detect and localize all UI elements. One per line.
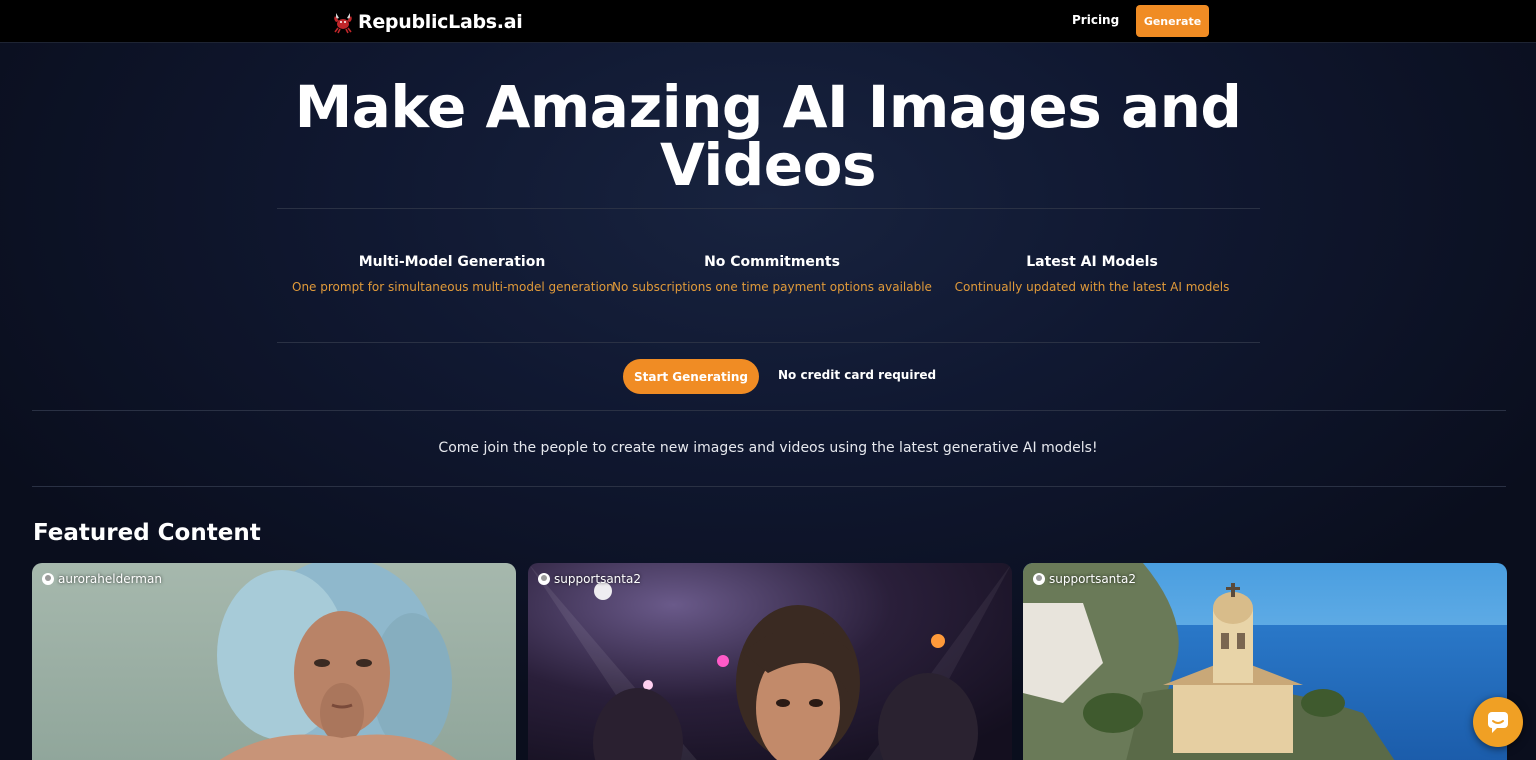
- feature-title: Multi-Model Generation: [358, 254, 546, 270]
- feature-description: No subscriptions one time payment option…: [612, 280, 932, 294]
- card-username: aurorahelderman: [58, 572, 162, 586]
- crab-logo-icon: [334, 13, 352, 34]
- feature-multi-model: Multi-Model Generation One prompt for si…: [292, 254, 614, 304]
- featured-heading: Featured Content: [33, 520, 261, 546]
- feature-title: Latest AI Models: [1026, 254, 1158, 270]
- features-row: Multi-Model Generation One prompt for si…: [292, 254, 1252, 304]
- chat-button[interactable]: [1473, 697, 1523, 747]
- feature-title: No Commitments: [704, 254, 840, 270]
- card-user: supportsanta2: [538, 572, 641, 586]
- top-navbar: RepublicLabs.ai Pricing Generate: [0, 0, 1536, 43]
- divider-top: [277, 208, 1260, 209]
- feature-description: One prompt for simultaneous multi-model …: [292, 280, 614, 294]
- card-username: supportsanta2: [554, 572, 641, 586]
- card-image-coast: [1023, 563, 1507, 760]
- feature-latest-models: Latest AI Models Continually updated wit…: [932, 254, 1252, 304]
- feature-description: Continually updated with the latest AI m…: [954, 280, 1230, 294]
- divider-wide-2: [32, 486, 1506, 487]
- start-generating-button[interactable]: Start Generating: [623, 359, 759, 394]
- join-text: Come join the people to create new image…: [438, 440, 1098, 456]
- divider-middle: [277, 342, 1260, 343]
- card-image-portrait: [32, 563, 516, 760]
- featured-card[interactable]: supportsanta2: [1023, 563, 1507, 760]
- card-user: supportsanta2: [1033, 572, 1136, 586]
- featured-card[interactable]: aurorahelderman: [32, 563, 516, 760]
- logo-text: RepublicLabs.ai: [358, 11, 523, 33]
- featured-card[interactable]: supportsanta2: [528, 563, 1012, 760]
- user-avatar-icon: [538, 573, 550, 585]
- site-logo[interactable]: RepublicLabs.ai: [332, 9, 523, 35]
- card-image-party: [528, 563, 1012, 760]
- card-username: supportsanta2: [1049, 572, 1136, 586]
- divider-wide-1: [32, 410, 1506, 411]
- feature-no-commitments: No Commitments No subscriptions one time…: [612, 254, 932, 304]
- user-avatar-icon: [42, 573, 54, 585]
- chat-bubble-icon: [1488, 712, 1508, 733]
- nav-generate-button[interactable]: Generate: [1136, 5, 1209, 37]
- no-credit-note: No credit card required: [778, 368, 937, 382]
- nav-pricing-link[interactable]: Pricing: [1072, 13, 1119, 27]
- hero-title: Make Amazing AI Images and Videos: [294, 73, 1242, 199]
- card-user: aurorahelderman: [42, 572, 162, 586]
- user-avatar-icon: [1033, 573, 1045, 585]
